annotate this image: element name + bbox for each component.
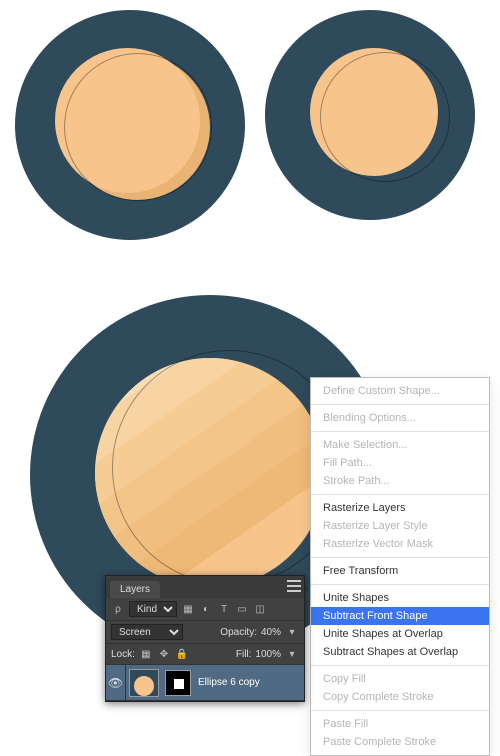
menu-item[interactable]: Unite Shapes [311,589,489,607]
menu-item[interactable]: Subtract Shapes at Overlap [311,643,489,661]
fill-label: Fill: [236,649,252,660]
menu-separator [311,710,489,711]
menu-item: Blending Options... [311,409,489,427]
lock-row: Lock: ▦ ✥ 🔒 Fill: 100% ▾ [106,644,304,665]
layers-panel: Layers ρ Kind ▦ ◐ T ▭ ◫ Screen Opacity: … [105,575,305,702]
menu-item: Fill Path... [311,454,489,472]
context-menu: Define Custom Shape... Blending Options..… [310,377,490,756]
menu-item: Rasterize Vector Mask [311,535,489,553]
filter-smart-icon[interactable]: ◫ [253,602,267,616]
lock-label: Lock: [111,649,135,660]
lock-position-icon[interactable]: ✥ [157,647,171,661]
menu-item: Rasterize Layer Style [311,517,489,535]
tab-layers[interactable]: Layers [110,581,160,598]
blend-mode-select[interactable]: Screen [111,624,183,640]
menu-item[interactable]: Rasterize Layers [311,499,489,517]
menu-item: Copy Complete Stroke [311,688,489,706]
kind-select[interactable]: Kind [129,601,177,617]
menu-item: Copy Fill [311,670,489,688]
menu-separator [311,557,489,558]
menu-separator [311,431,489,432]
blend-row: Screen Opacity: 40% ▾ [106,621,304,644]
lock-all-icon[interactable]: 🔒 [175,647,189,661]
layer-row[interactable]: 👁 Ellipse 6 copy [106,665,304,701]
menu-item[interactable]: Unite Shapes at Overlap [311,625,489,643]
filter-shape-icon[interactable]: ▭ [235,602,249,616]
selection-outline [64,53,212,201]
selection-outline [320,52,450,182]
menu-item[interactable]: Free Transform [311,562,489,580]
menu-item[interactable]: Subtract Front Shape [311,607,489,625]
menu-separator [311,404,489,405]
menu-separator [311,665,489,666]
chevron-down-icon[interactable]: ▾ [285,647,299,661]
filter-row: ρ Kind ▦ ◐ T ▭ ◫ [106,598,304,621]
chevron-down-icon[interactable]: ▾ [285,625,299,639]
menu-item: Paste Fill [311,715,489,733]
panel-tabbar: Layers [106,576,304,598]
visibility-eye-icon[interactable]: 👁 [106,665,126,700]
menu-separator [311,584,489,585]
lock-pixels-icon[interactable]: ▦ [139,647,153,661]
layer-thumbnail[interactable] [129,669,159,697]
filter-type-icon[interactable]: T [217,602,231,616]
menu-item: Stroke Path... [311,472,489,490]
fill-value[interactable]: 100% [255,649,281,660]
layer-name[interactable]: Ellipse 6 copy [194,677,260,688]
opacity-value[interactable]: 40% [261,627,281,638]
menu-separator [311,494,489,495]
menu-item: Make Selection... [311,436,489,454]
menu-item: Define Custom Shape... [311,382,489,400]
panel-menu-icon[interactable] [287,579,301,593]
opacity-label: Opacity: [220,627,257,638]
search-icon[interactable]: ρ [111,602,125,616]
filter-adjust-icon[interactable]: ◐ [199,602,213,616]
menu-item: Paste Complete Stroke [311,733,489,751]
layer-mask-thumbnail[interactable] [165,670,191,696]
filter-pixel-icon[interactable]: ▦ [181,602,195,616]
